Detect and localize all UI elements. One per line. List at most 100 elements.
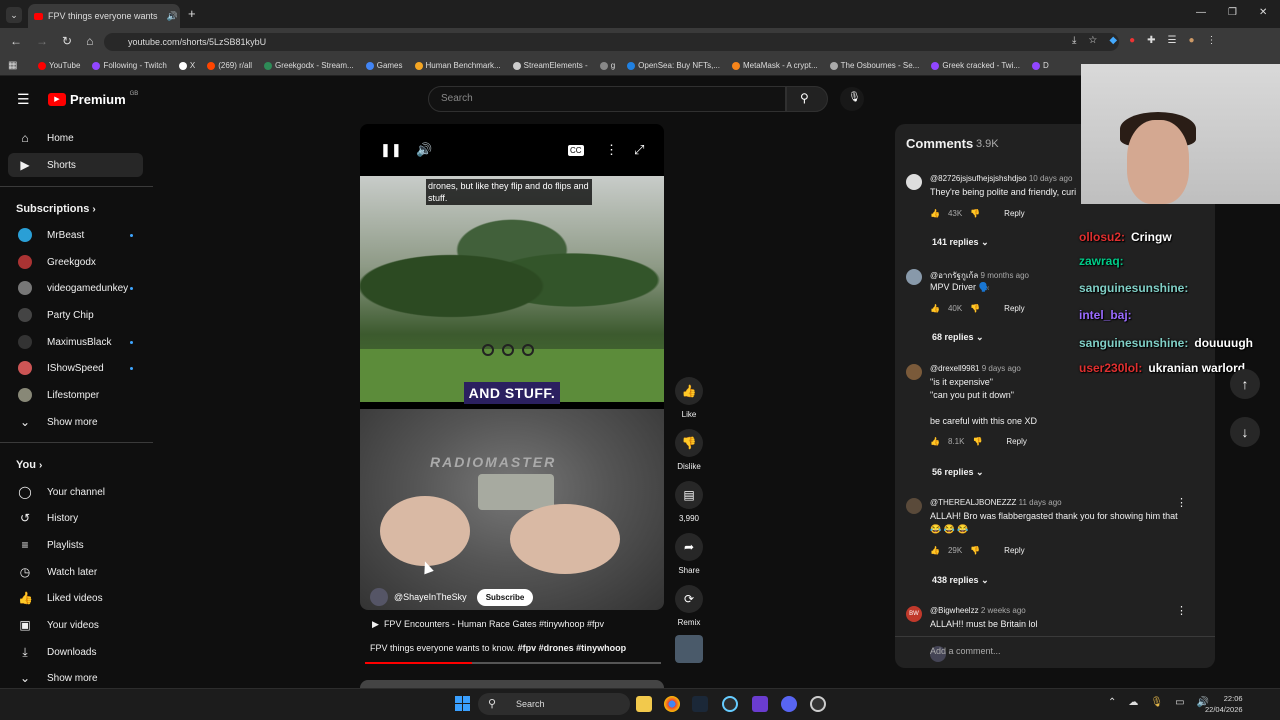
commenter-avatar[interactable] xyxy=(906,269,922,285)
tab-list-button[interactable]: ⌄ xyxy=(6,7,22,23)
reload-icon[interactable]: ↻ xyxy=(62,34,72,48)
comment-menu-icon[interactable]: ⋮ xyxy=(1176,496,1187,509)
sidebar-item-party-chip[interactable]: Party Chip xyxy=(8,303,143,327)
remix-button[interactable]: ⟳ Remix xyxy=(675,585,703,627)
restore-icon[interactable]: ❐ xyxy=(1228,7,1237,18)
thumb-down-icon[interactable]: 👎 xyxy=(972,437,982,446)
fullscreen-icon[interactable]: ⤢ xyxy=(634,142,644,158)
thumb-down-icon[interactable]: 👎 xyxy=(970,546,980,555)
bookmark-item[interactable]: Greekgodx - Stream... xyxy=(264,61,354,70)
reply-button[interactable]: Reply xyxy=(1004,546,1024,555)
thumb-down-icon[interactable]: 👎 xyxy=(970,209,980,218)
sound-link[interactable]: ▶ FPV Encounters - Human Race Gates #tin… xyxy=(372,619,604,630)
tab-audio-icon[interactable]: 🔊 xyxy=(167,11,178,22)
commenter-avatar[interactable] xyxy=(906,498,922,514)
show-more-you[interactable]: ⌄ Show more xyxy=(8,666,143,690)
comment-author[interactable]: @THEREALJBONEZZZ 11 days ago xyxy=(930,498,1062,507)
bookmark-item[interactable]: Greek cracked - Twi... xyxy=(931,61,1020,70)
taskbar-clock[interactable]: 22:06 22/04/2026 xyxy=(1205,693,1243,715)
app-icon[interactable] xyxy=(722,696,738,712)
thumb-up-icon[interactable]: 👍 xyxy=(930,437,940,446)
sidebar-item-ishowspeed[interactable]: IShowSpeed xyxy=(8,356,143,380)
bookmark-item[interactable]: StreamElements - xyxy=(512,61,588,70)
sidebar-item-your-videos[interactable]: ▣ Your videos xyxy=(8,613,143,637)
sidebar-item-maximusblack[interactable]: MaximusBlack xyxy=(8,330,143,354)
sidebar-item-shorts[interactable]: ▶ Shorts xyxy=(8,153,143,177)
comment-author[interactable]: @drexell9981 9 days ago xyxy=(930,364,1021,373)
sidebar-item-videogamedunkey[interactable]: videogamedunkey xyxy=(8,276,143,300)
sound-thumbnail[interactable] xyxy=(675,635,703,663)
sidebar-item-your-channel[interactable]: ◯ Your channel xyxy=(8,480,143,504)
video-title[interactable]: FPV things everyone wants to know. #fpv … xyxy=(370,643,626,653)
add-comment-box[interactable]: Add a comment... xyxy=(895,636,1215,668)
steam-icon[interactable] xyxy=(692,696,708,712)
discord-icon[interactable] xyxy=(781,696,797,712)
bookmark-item[interactable]: The Osbournes - Se... xyxy=(829,61,919,70)
chevron-up-icon[interactable]: ⌃ xyxy=(1108,697,1116,708)
title-hashtags[interactable]: #fpv #drones #tinywhoop xyxy=(518,643,627,653)
subscribe-button[interactable]: Subscribe xyxy=(476,588,534,606)
mic-icon[interactable]: 🎙 xyxy=(1150,697,1163,708)
comments-button[interactable]: ▤ 3,990 xyxy=(675,481,703,523)
reply-button[interactable]: Reply xyxy=(1006,437,1026,446)
sidebar-item-home[interactable]: ⌂ Home xyxy=(8,126,143,150)
you-heading[interactable]: You › xyxy=(16,459,42,471)
bookmark-item[interactable]: Games xyxy=(365,61,403,70)
extension-icon[interactable]: ● xyxy=(1129,35,1135,46)
commenter-avatar[interactable]: BW xyxy=(906,606,922,622)
sidebar-item-mrbeast[interactable]: MrBeast xyxy=(8,223,143,247)
thumb-up-icon[interactable]: 👍 xyxy=(930,546,940,555)
sidebar-item-playlists[interactable]: ≡ Playlists xyxy=(8,533,143,557)
sidebar-item-history[interactable]: ↺ History xyxy=(8,506,143,530)
back-icon[interactable]: ← xyxy=(10,34,22,48)
minimize-icon[interactable]: — xyxy=(1196,7,1206,18)
sidebar-item-watch-later[interactable]: ◷ Watch later xyxy=(8,560,143,584)
comment-menu-icon[interactable]: ⋮ xyxy=(1176,604,1187,617)
bookmark-item[interactable]: g xyxy=(599,61,615,70)
captions-icon[interactable]: CC xyxy=(568,145,584,156)
reply-button[interactable]: Reply xyxy=(1004,304,1024,313)
tab-active[interactable]: FPV things everyone wants 🔊 ✕ xyxy=(28,4,180,28)
share-button[interactable]: ➦ Share xyxy=(675,533,703,575)
app-icon[interactable] xyxy=(810,696,826,712)
sidebar-item-lifestomper[interactable]: Lifestomper xyxy=(8,383,143,407)
channel-avatar[interactable] xyxy=(370,588,388,606)
reply-button[interactable]: Reply xyxy=(1004,209,1024,218)
cloud-icon[interactable]: ☁ xyxy=(1128,697,1138,708)
bookmark-item[interactable]: OpenSea: Buy NFTs,... xyxy=(627,61,720,70)
sidebar-item-liked-videos[interactable]: 👍 Liked videos xyxy=(8,586,143,610)
thumb-up-icon[interactable]: 👍 xyxy=(930,209,940,218)
search-button[interactable]: ⚲ xyxy=(786,86,828,112)
next-short-button[interactable]: ↓ xyxy=(1230,417,1260,447)
subscriptions-heading[interactable]: Subscriptions › xyxy=(16,203,96,215)
more-options-icon[interactable]: ⋮ xyxy=(605,142,618,158)
app-icon[interactable] xyxy=(752,696,768,712)
view-replies-button[interactable]: 438 replies ⌄ xyxy=(932,575,989,586)
previous-short-button[interactable]: ↑ xyxy=(1230,369,1260,399)
bookmark-item[interactable]: Following - Twitch xyxy=(92,61,167,70)
bookmark-item[interactable]: D xyxy=(1032,61,1049,70)
bookmark-item[interactable]: YouTube xyxy=(38,61,80,70)
view-replies-button[interactable]: 56 replies ⌄ xyxy=(932,467,984,478)
commenter-avatar[interactable] xyxy=(906,174,922,190)
taskbar-search[interactable]: ⚲ Search xyxy=(478,693,630,715)
home-browser-icon[interactable]: ⌂ xyxy=(86,34,93,48)
extensions-puzzle-icon[interactable]: ✚ xyxy=(1147,35,1155,46)
volume-icon[interactable]: 🔊 xyxy=(416,142,432,158)
new-tab-button[interactable]: + xyxy=(188,6,196,21)
install-icon[interactable]: ⤓ xyxy=(1072,35,1076,46)
close-window-icon[interactable]: ✕ xyxy=(1259,7,1267,18)
bookmark-item[interactable]: Human Benchmark... xyxy=(414,61,501,70)
view-replies-button[interactable]: 141 replies ⌄ xyxy=(932,237,989,248)
view-replies-button[interactable]: 68 replies ⌄ xyxy=(932,332,984,343)
start-button[interactable] xyxy=(455,696,470,711)
bookmark-star-icon[interactable]: ☆ xyxy=(1088,35,1097,46)
forward-icon[interactable]: → xyxy=(36,34,48,48)
comment-author[interactable]: @Bigwheelzz 2 weeks ago xyxy=(930,606,1026,615)
file-explorer-icon[interactable] xyxy=(636,696,652,712)
network-icon[interactable]: ▭ xyxy=(1175,697,1184,708)
sidebar-item-downloads[interactable]: ⤓ Downloads xyxy=(8,640,143,664)
comment-author[interactable]: @82726jsjsufhejsjshshdjso 10 days ago xyxy=(930,174,1072,183)
shorts-video-player[interactable]: RADIOMASTER drones, but like they flip a… xyxy=(360,124,664,610)
sidebar-item-greekgodx[interactable]: Greekgodx xyxy=(8,250,143,274)
